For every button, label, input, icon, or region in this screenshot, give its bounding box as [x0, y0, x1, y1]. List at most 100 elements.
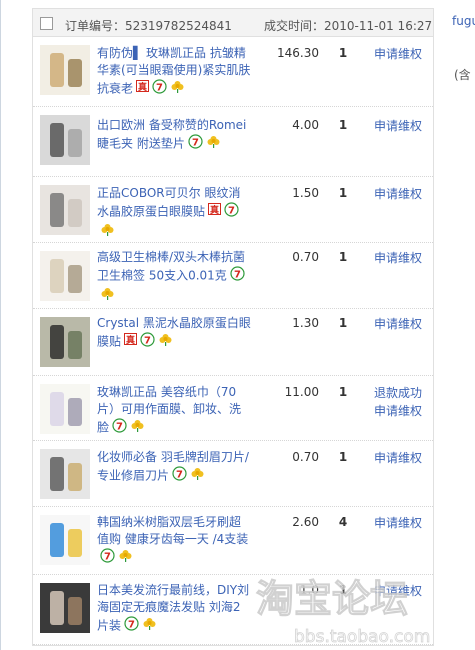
product-title: 玫琳凯正品 美容纸巾（70片）可用作面膜、卸妆、洗脸 7	[97, 384, 252, 438]
product-thumbnail[interactable]	[40, 115, 90, 165]
item-list: 有防伪▌ 玫琳凯正品 抗皱精华素(可当眼霜使用)紧实肌肤抗衰老真 7 146.30 1…	[33, 37, 433, 645]
flower-badge-icon	[100, 222, 115, 242]
product-thumbnail[interactable]	[40, 185, 90, 235]
product-title: 韩国纳米树脂双层毛牙刷超值购 健康牙齿每一天 /4支装 7	[97, 514, 252, 568]
svg-text:7: 7	[144, 336, 151, 347]
flower-badge-icon	[142, 616, 157, 636]
item-quantity: 1	[338, 118, 348, 132]
svg-text:7: 7	[192, 138, 199, 149]
item-actions: 申请维权	[374, 45, 434, 63]
seven-day-return-icon: 7	[100, 548, 115, 568]
product-thumbnail[interactable]	[40, 515, 90, 565]
product-title: 化妆师必备 羽毛牌刮眉刀片/专业修眉刀片 7	[97, 449, 252, 486]
item-actions: 退款成功 申请维权	[374, 384, 434, 420]
order-item-row: 出口欧洲 备受称赞的Romei睫毛夹 附送垫片 7 4.00 1 申请维权	[33, 107, 433, 177]
product-thumbnail[interactable]	[40, 583, 90, 633]
product-title: 日本美发流行最前线，DIY刘海固定无痕魔法发贴 刘海2片装 7	[97, 582, 252, 636]
svg-text:7: 7	[116, 422, 123, 433]
product-title-link[interactable]: 出口欧洲 备受称赞的Romei睫毛夹 附送垫片	[97, 118, 246, 151]
item-quantity: 1	[338, 316, 348, 330]
side-link[interactable]: fugu	[452, 14, 475, 28]
item-price: 0.70	[292, 250, 319, 264]
item-actions: 申请维权	[374, 117, 434, 135]
flower-badge-icon	[190, 466, 205, 486]
order-select-checkbox[interactable]	[40, 17, 53, 30]
apply-rights-link[interactable]: 申请维权	[374, 402, 434, 420]
order-item-row: 化妆师必备 羽毛牌刮眉刀片/专业修眉刀片 7 0.70 1 申请维权	[33, 441, 433, 507]
item-quantity: 1	[338, 450, 348, 464]
seven-day-return-icon: 7	[230, 266, 245, 286]
svg-text:真: 真	[126, 334, 135, 346]
order-item-row: 日本美发流行最前线，DIY刘海固定无痕魔法发贴 刘海2片装 7 1.0 1 申请维权	[33, 575, 433, 645]
apply-rights-link[interactable]: 申请维权	[374, 449, 434, 467]
apply-rights-link[interactable]: 申请维权	[374, 514, 434, 532]
product-thumbnail[interactable]	[40, 45, 90, 95]
item-actions: 申请维权	[374, 449, 434, 467]
apply-rights-link[interactable]: 申请维权	[374, 185, 434, 203]
order-item-row: 正品COBOR可贝尔 眼纹消水晶胶原蛋白眼膜贴真 7 1.50 1 申请维权	[33, 177, 433, 243]
flower-badge-icon	[130, 418, 145, 438]
order-item-row: 玫琳凯正品 美容纸巾（70片）可用作面膜、卸妆、洗脸 7 11.00 1 退款成功 申请维…	[33, 376, 433, 441]
item-quantity: 1	[338, 250, 348, 264]
order-item-row: 韩国纳米树脂双层毛牙刷超值购 健康牙齿每一天 /4支装 7 2.60 4 申请维权	[33, 507, 433, 575]
svg-text:7: 7	[128, 620, 135, 631]
apply-rights-link[interactable]: 申请维权	[374, 315, 434, 333]
product-title: Crystal 黑泥水晶胶原蛋白眼膜贴真 7	[97, 315, 252, 352]
item-actions: 申请维权	[374, 514, 434, 532]
product-thumbnail[interactable]	[40, 317, 90, 367]
refund-success-link[interactable]: 退款成功	[374, 384, 434, 402]
product-title-link[interactable]: Crystal 黑泥水晶胶原蛋白眼膜贴	[97, 316, 251, 349]
apply-rights-link[interactable]: 申请维权	[374, 582, 434, 600]
product-title-link[interactable]: 日本美发流行最前线，DIY刘海固定无痕魔法发贴 刘海2片装	[97, 583, 249, 633]
product-title: 有防伪▌ 玫琳凯正品 抗皱精华素(可当眼霜使用)紧实肌肤抗衰老真 7	[97, 45, 252, 99]
item-price: 2.60	[292, 515, 319, 529]
product-thumbnail[interactable]	[40, 449, 90, 499]
seven-day-return-icon: 7	[140, 332, 155, 352]
seven-day-return-icon: 7	[112, 418, 127, 438]
apply-rights-link[interactable]: 申请维权	[374, 117, 434, 135]
product-title: 出口欧洲 备受称赞的Romei睫毛夹 附送垫片 7	[97, 117, 252, 154]
svg-text:7: 7	[228, 206, 235, 217]
svg-text:7: 7	[234, 270, 241, 281]
flower-badge-icon	[170, 79, 185, 99]
seven-day-return-icon: 7	[224, 202, 239, 222]
product-title-link[interactable]: 韩国纳米树脂双层毛牙刷超值购 健康牙齿每一天 /4支装	[97, 515, 248, 546]
item-quantity: 1	[338, 186, 348, 200]
item-actions: 申请维权	[374, 315, 434, 333]
apply-rights-link[interactable]: 申请维权	[374, 249, 434, 267]
guarantee-badge-icon: 真	[208, 202, 222, 222]
svg-text:7: 7	[104, 552, 111, 563]
order-item-row: Crystal 黑泥水晶胶原蛋白眼膜贴真 7 1.30 1 申请维权	[33, 309, 433, 376]
flower-badge-icon	[158, 332, 173, 352]
item-actions: 申请维权	[374, 582, 434, 600]
apply-rights-link[interactable]: 申请维权	[374, 45, 434, 63]
flower-badge-icon	[118, 548, 133, 568]
guarantee-badge-icon: 真	[136, 79, 150, 99]
seven-day-return-icon: 7	[188, 134, 203, 154]
item-price: 0.70	[292, 450, 319, 464]
item-price: 146.30	[277, 46, 319, 60]
svg-text:真: 真	[138, 81, 147, 93]
order-header: 订单编号：52319782524841 成交时间：2010-11-01 16:2…	[33, 9, 433, 37]
product-thumbnail[interactable]	[40, 251, 90, 301]
flower-badge-icon	[100, 286, 115, 306]
item-price: 11.00	[284, 385, 319, 399]
item-actions: 申请维权	[374, 185, 434, 203]
item-price: 1.50	[292, 186, 319, 200]
svg-text:真: 真	[210, 204, 219, 216]
guarantee-badge-icon: 真	[124, 332, 138, 352]
order-item-row: 有防伪▌ 玫琳凯正品 抗皱精华素(可当眼霜使用)紧实肌肤抗衰老真 7 146.30 1…	[33, 37, 433, 107]
side-note: (含	[454, 68, 471, 82]
item-actions: 申请维权	[374, 249, 434, 267]
item-quantity: 1	[338, 385, 348, 399]
item-quantity: 4	[338, 515, 348, 529]
order-number: 订单编号：52319782524841	[65, 19, 232, 33]
item-price: 1.30	[292, 316, 319, 330]
seven-day-return-icon: 7	[172, 466, 187, 486]
product-title-link[interactable]: 高级卫生棉棒/双头木棒抗菌卫生棉签 50支入0.01克	[97, 250, 245, 283]
svg-text:7: 7	[156, 83, 163, 94]
product-thumbnail[interactable]	[40, 384, 90, 434]
order-table: 订单编号：52319782524841 成交时间：2010-11-01 16:2…	[32, 8, 434, 646]
item-quantity: 1	[338, 46, 348, 60]
product-title: 高级卫生棉棒/双头木棒抗菌卫生棉签 50支入0.01克 7	[97, 249, 252, 306]
